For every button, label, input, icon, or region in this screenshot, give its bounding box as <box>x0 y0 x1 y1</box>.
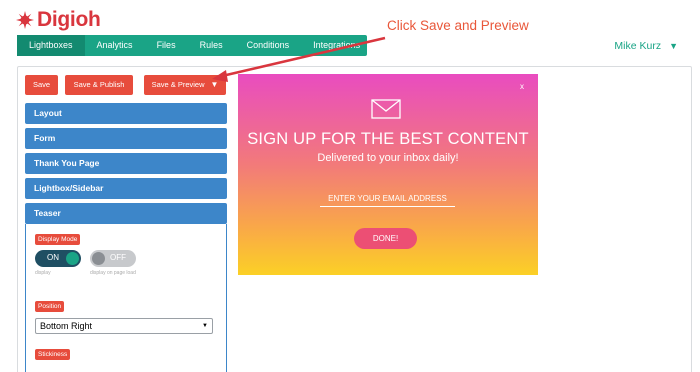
save-button[interactable]: Save <box>25 75 58 95</box>
app-root: Digioh Lightboxes Analytics Files Rules … <box>0 0 700 372</box>
save-publish-button[interactable]: Save & Publish <box>65 75 133 95</box>
section-lightbox-sidebar[interactable]: Lightbox/Sidebar <box>25 178 227 199</box>
teaser-settings: Display Mode ON OFF display display on p… <box>25 224 227 372</box>
user-name: Mike Kurz <box>614 40 662 52</box>
position-select[interactable]: Bottom Right ▼ <box>35 318 213 334</box>
brand-name: Digioh <box>37 8 101 31</box>
envelope-icon <box>371 99 401 119</box>
chevron-down-icon: ▼ <box>210 80 219 89</box>
annotation-label: Click Save and Preview <box>387 18 529 33</box>
popup-subline: Delivered to your inbox daily! <box>317 152 459 164</box>
user-menu[interactable]: Mike Kurz ▼ <box>614 40 678 52</box>
toggle-knob <box>66 252 79 265</box>
digioh-logo-icon <box>16 11 34 29</box>
toggle-on-label: ON <box>47 253 59 262</box>
nav-item-lightboxes[interactable]: Lightboxes <box>17 35 85 56</box>
section-layout[interactable]: Layout <box>25 103 227 124</box>
chevron-down-icon: ▼ <box>669 41 678 51</box>
position-value: Bottom Right <box>40 321 93 331</box>
nav-item-conditions[interactable]: Conditions <box>235 35 302 56</box>
done-button[interactable]: DONE! <box>354 228 417 249</box>
section-teaser[interactable]: Teaser <box>25 203 227 224</box>
nav-item-files[interactable]: Files <box>145 35 188 56</box>
display-toggle-on[interactable]: ON <box>35 250 81 267</box>
position-label: Position <box>35 301 65 312</box>
email-input[interactable]: ENTER YOUR EMAIL ADDRESS <box>320 194 455 207</box>
toggle-off-caption: display on page load <box>90 270 136 276</box>
section-form[interactable]: Form <box>25 128 227 149</box>
nav-item-analytics[interactable]: Analytics <box>85 35 145 56</box>
display-on-load-toggle-off[interactable]: OFF <box>90 250 136 267</box>
lightbox-preview: x SIGN UP FOR THE BEST CONTENT Delivered… <box>238 74 538 275</box>
section-thank-you-page[interactable]: Thank You Page <box>25 153 227 174</box>
stickiness-label: Stickiness <box>35 349 71 360</box>
brand-logo[interactable]: Digioh <box>16 8 101 32</box>
chevron-down-icon: ▼ <box>202 323 208 329</box>
nav-item-rules[interactable]: Rules <box>188 35 235 56</box>
toggle-on-caption: display <box>35 270 51 276</box>
display-mode-label: Display Mode <box>35 234 81 245</box>
popup-headline: SIGN UP FOR THE BEST CONTENT <box>247 130 529 148</box>
nav-item-integrations[interactable]: Integrations <box>301 35 367 56</box>
toggle-off-label: OFF <box>110 253 126 262</box>
main-nav: Lightboxes Analytics Files Rules Conditi… <box>17 35 368 56</box>
save-preview-label: Save & Preview <box>151 80 205 89</box>
toggle-knob <box>92 252 105 265</box>
close-icon[interactable]: x <box>520 82 524 91</box>
save-preview-button[interactable]: Save & Preview ▼ <box>144 75 226 95</box>
settings-sidebar: Layout Form Thank You Page Lightbox/Side… <box>25 103 227 372</box>
editor-toolbar: Save Save & Publish Save & Preview ▼ <box>25 75 226 95</box>
